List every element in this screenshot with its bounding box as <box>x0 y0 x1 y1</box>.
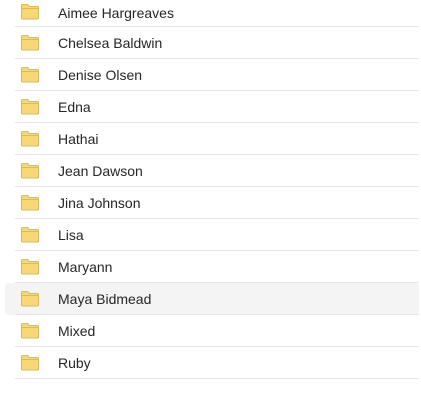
folder-row-maryann[interactable]: Maryann <box>5 251 419 283</box>
folder-row-ruby[interactable]: Ruby <box>5 347 419 379</box>
folder-row-edna[interactable]: Edna <box>5 91 419 123</box>
folder-name: Denise Olsen <box>58 67 143 83</box>
folder-name: Mixed <box>58 323 96 339</box>
folder-icon <box>20 130 40 147</box>
folder-row-jina-johnson[interactable]: Jina Johnson <box>5 187 419 219</box>
folder-icon <box>20 98 40 115</box>
folder-row-lisa[interactable]: Lisa <box>5 219 419 251</box>
folder-name: Lisa <box>58 227 84 243</box>
folder-row-chelsea-baldwin[interactable]: Chelsea Baldwin <box>5 27 419 59</box>
folder-name: Ruby <box>58 355 91 371</box>
folder-row-denise-olsen[interactable]: Denise Olsen <box>5 59 419 91</box>
folder-row-aimee-hargreaves[interactable]: Aimee Hargreaves <box>5 0 419 27</box>
folder-name: Chelsea Baldwin <box>58 35 163 51</box>
folder-icon <box>20 3 40 20</box>
folder-icon <box>20 258 40 275</box>
folder-name: Hathai <box>58 131 99 147</box>
folder-name: Maryann <box>58 259 113 275</box>
folder-icon <box>20 162 40 179</box>
folder-row-hathai[interactable]: Hathai <box>5 123 419 155</box>
folder-icon <box>20 290 40 307</box>
folder-name: Maya Bidmead <box>58 291 152 307</box>
folder-row-maya-bidmead[interactable]: Maya Bidmead <box>5 283 419 315</box>
folder-row-jean-dawson[interactable]: Jean Dawson <box>5 155 419 187</box>
folder-row-mixed[interactable]: Mixed <box>5 315 419 347</box>
folder-icon <box>20 194 40 211</box>
folder-name: Edna <box>58 99 91 115</box>
folder-name: Jean Dawson <box>58 163 143 179</box>
folder-name: Jina Johnson <box>58 195 141 211</box>
folder-list: Aimee Hargreaves Chelsea Baldwin Denise … <box>5 0 419 379</box>
folder-icon <box>20 34 40 51</box>
folder-icon <box>20 354 40 371</box>
folder-icon <box>20 226 40 243</box>
folder-name: Aimee Hargreaves <box>58 5 174 21</box>
folder-icon <box>20 66 40 83</box>
folder-icon <box>20 322 40 339</box>
